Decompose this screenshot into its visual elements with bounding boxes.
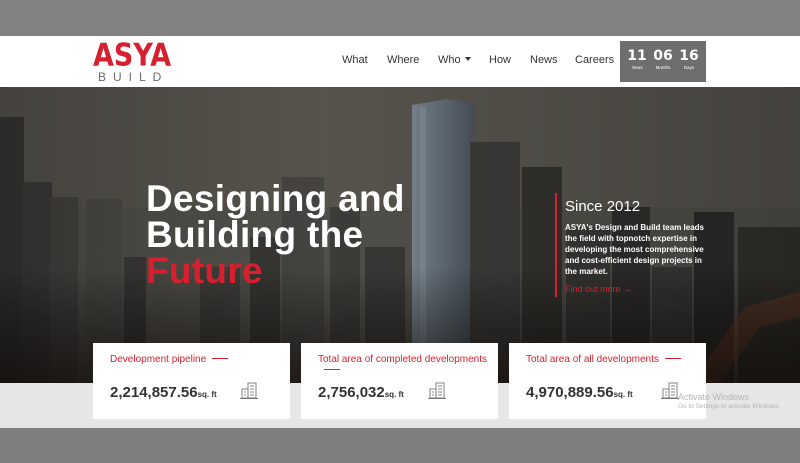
stat-number: 4,970,889.56 bbox=[526, 384, 614, 401]
nav-item-where[interactable]: Where bbox=[387, 54, 419, 66]
nav-item-who[interactable]: Who bbox=[438, 54, 471, 66]
since-description: ASYA's Design and Build team leads the f… bbox=[565, 223, 704, 276]
stat-card-all: Total area of all developments 4,970,889… bbox=[509, 343, 706, 419]
countdown-days-label: Days bbox=[683, 65, 695, 70]
building-icon bbox=[428, 382, 446, 399]
hero-headline: Designing and Building the Future bbox=[146, 178, 405, 291]
stat-value: 2,756,032sq. ft bbox=[318, 384, 404, 404]
watermark-line-1: Activate Windows bbox=[678, 392, 750, 402]
stat-unit: sq. ft bbox=[197, 390, 217, 399]
since-accent-bar bbox=[555, 193, 557, 297]
stat-label-text: Total area of all developments bbox=[526, 354, 659, 365]
since-title: Since 2012 bbox=[565, 198, 641, 215]
countdown-timer: 11 Years 06 Months 16 Days bbox=[620, 41, 706, 82]
headline-line-2: Building the bbox=[146, 214, 364, 255]
nav-item-careers[interactable]: Careers bbox=[575, 54, 614, 66]
stat-label: Total area of all developments bbox=[526, 354, 696, 365]
nav-item-what[interactable]: What bbox=[342, 54, 368, 66]
stat-label-text: Development pipeline bbox=[110, 354, 207, 365]
countdown-years-label: Years bbox=[631, 65, 643, 70]
top-gray-bar bbox=[0, 0, 800, 36]
stat-unit: sq. ft bbox=[613, 390, 633, 399]
stat-unit: sq. ft bbox=[384, 390, 404, 399]
stat-label: Total area of completed developments bbox=[318, 354, 488, 376]
nav-item-how[interactable]: How bbox=[489, 54, 511, 66]
dash-line bbox=[664, 358, 681, 359]
countdown-days-value: 16 bbox=[679, 48, 699, 64]
countdown-days: 16 Days bbox=[676, 48, 702, 71]
logo-wordmark: ASYA bbox=[93, 37, 172, 74]
stat-label-text: Total area of completed developments bbox=[318, 354, 487, 365]
watermark-line-2: Go to Settings to activate Windows. bbox=[678, 403, 781, 410]
nav-item-who-label: Who bbox=[438, 54, 461, 66]
logo-subtitle: BUILD bbox=[98, 70, 169, 84]
stat-label: Development pipeline bbox=[110, 354, 280, 365]
stat-card-completed: Total area of completed developments 2,7… bbox=[301, 343, 498, 419]
bottom-gray-bar bbox=[0, 428, 800, 463]
chevron-down-icon bbox=[464, 57, 471, 61]
nav-item-news[interactable]: News bbox=[530, 54, 558, 66]
building-icon bbox=[661, 382, 679, 399]
countdown-months-value: 06 bbox=[653, 48, 673, 64]
stat-number: 2,214,857.56 bbox=[110, 384, 198, 401]
countdown-months-label: Months bbox=[655, 65, 671, 70]
stat-number: 2,756,032 bbox=[318, 384, 385, 401]
find-out-more-link[interactable]: Find out more → bbox=[565, 284, 632, 295]
headline-line-3: Future bbox=[146, 250, 263, 291]
stat-value: 2,214,857.56sq. ft bbox=[110, 384, 217, 404]
countdown-months: 06 Months bbox=[650, 48, 676, 71]
dash-line bbox=[324, 369, 340, 370]
dash-line bbox=[212, 358, 229, 359]
headline-line-1: Designing and bbox=[146, 178, 405, 219]
stat-card-pipeline: Development pipeline 2,214,857.56sq. ft bbox=[93, 343, 290, 419]
countdown-years-value: 11 bbox=[627, 48, 647, 64]
stat-value: 4,970,889.56sq. ft bbox=[526, 384, 633, 404]
logo[interactable]: ASYA BUILD bbox=[93, 37, 172, 84]
building-icon bbox=[240, 382, 258, 399]
countdown-years: 11 Years bbox=[624, 48, 650, 71]
windows-activation-watermark: Activate Windows Go to Settings to activ… bbox=[678, 392, 781, 411]
